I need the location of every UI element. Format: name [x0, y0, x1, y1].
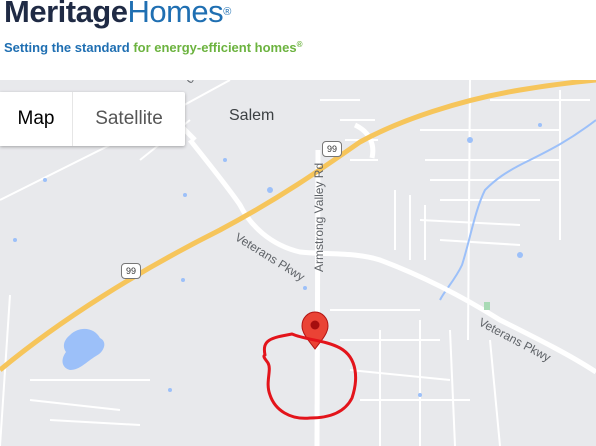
- google-map[interactable]: Map Satellite Salem Veterans Pkwy Vetera…: [0, 80, 596, 446]
- main-roads: [173, 118, 596, 446]
- logo-registered-mark: ®: [223, 6, 231, 18]
- map-type-satellite-button[interactable]: Satellite: [72, 92, 185, 146]
- tagline-part1: Setting the standard: [4, 40, 130, 55]
- tagline-part2: for energy-efficient homes: [133, 40, 297, 55]
- town-label-salem: Salem: [229, 107, 275, 124]
- logo-text-homes: Homes: [127, 0, 224, 29]
- map-type-control: Map Satellite: [0, 92, 185, 146]
- map-type-map-button[interactable]: Map: [0, 92, 72, 146]
- tagline: Setting the standard for energy-efficien…: [4, 40, 302, 55]
- river: [439, 119, 596, 301]
- highway-shield-99: 99: [322, 141, 342, 157]
- road-label-armstrong-valley-rd: Armstrong Valley Rd: [312, 162, 326, 272]
- tagline-registered-mark: ®: [296, 40, 303, 49]
- lake: [62, 328, 105, 370]
- annotation-circle: [262, 332, 358, 420]
- park-patch: [484, 302, 490, 310]
- brand-header: MeritageHomes® Setting the standard for …: [0, 0, 596, 80]
- logo-text-meritage: Meritage: [4, 0, 128, 29]
- highway-shield-99: 99: [121, 263, 141, 279]
- meritage-homes-logo[interactable]: MeritageHomes®: [4, 0, 231, 30]
